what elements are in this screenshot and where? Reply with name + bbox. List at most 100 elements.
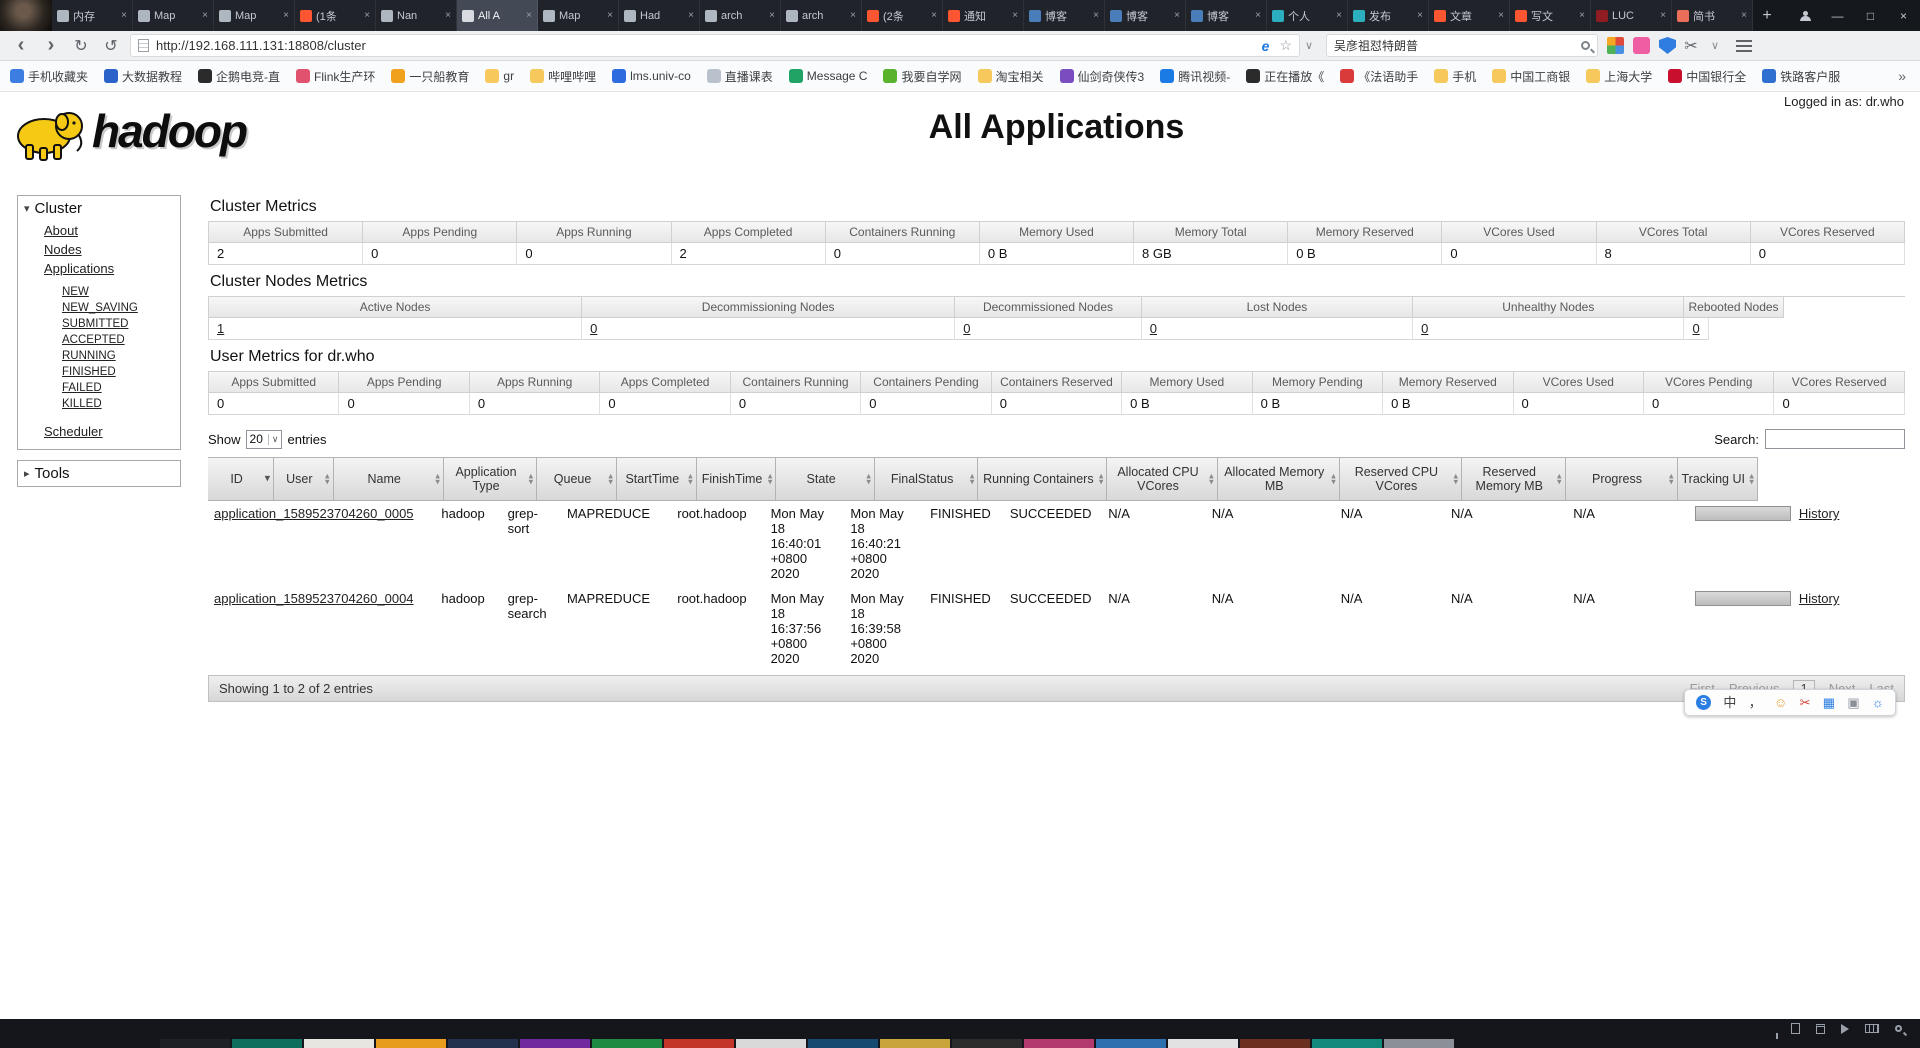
- screenshot-scissors-icon[interactable]: ✂: [1676, 36, 1706, 56]
- browser-tab[interactable]: (1条 ×: [295, 0, 376, 31]
- taskbar-thumbnail[interactable]: [1240, 1039, 1310, 1048]
- tab-close-icon[interactable]: ×: [1741, 10, 1747, 21]
- node-count-link[interactable]: 0: [590, 321, 597, 336]
- application-column-header[interactable]: StartTime ▴ ▾: [616, 457, 697, 501]
- taskbar-thumbnail[interactable]: [808, 1039, 878, 1048]
- browser-tab[interactable]: (2条 ×: [862, 0, 943, 31]
- application-column-header[interactable]: Allocated Memory MB ▴ ▾: [1217, 457, 1340, 501]
- table-search-input[interactable]: [1765, 429, 1905, 449]
- bookmark-item[interactable]: Flink生产环: [296, 68, 375, 85]
- bookmark-item[interactable]: 仙剑奇侠传3: [1059, 68, 1144, 85]
- bookmark-item[interactable]: 中国银行全: [1668, 68, 1746, 85]
- bookmark-item[interactable]: 上海大学: [1586, 68, 1652, 85]
- bookmark-item[interactable]: 《法语助手: [1340, 68, 1418, 85]
- node-count-link[interactable]: 0: [1150, 321, 1157, 336]
- extension-shield-icon[interactable]: [1659, 37, 1676, 54]
- new-tab-button[interactable]: +: [1753, 0, 1781, 31]
- forward-button[interactable]: ›: [36, 34, 66, 57]
- taskbar-thumbnail[interactable]: [376, 1039, 446, 1048]
- emoji-icon[interactable]: ☺: [1774, 696, 1787, 709]
- application-column-header[interactable]: Queue ▴ ▾: [537, 457, 617, 501]
- browser-tab[interactable]: LUC ×: [1591, 0, 1672, 31]
- ie-compat-icon[interactable]: e: [1262, 38, 1270, 54]
- bookmark-item[interactable]: 淘宝相关: [977, 68, 1044, 85]
- sidebar-state-link[interactable]: NEW: [62, 286, 89, 298]
- clipboard-icon[interactable]: [1791, 1023, 1800, 1034]
- taskbar-thumbnail[interactable]: [304, 1039, 374, 1048]
- application-id-link[interactable]: application_1589523704260_0005: [214, 506, 414, 521]
- search-query-text[interactable]: 吴彦祖怼特朗普: [1334, 37, 1581, 54]
- bookmark-item[interactable]: 铁路客户服: [1762, 68, 1840, 85]
- undo-button[interactable]: ↺: [96, 36, 126, 56]
- bookmark-item[interactable]: 企鹅电竞-直: [198, 68, 280, 85]
- application-column-header[interactable]: Name ▴ ▾: [333, 457, 444, 501]
- sidebar-link[interactable]: Applications: [44, 261, 114, 276]
- application-column-header[interactable]: User ▴ ▾: [274, 457, 334, 501]
- tab-close-icon[interactable]: ×: [1093, 10, 1099, 21]
- taskbar-thumbnail[interactable]: [232, 1039, 302, 1048]
- maximize-button[interactable]: □: [1854, 0, 1887, 31]
- browser-tab[interactable]: Had ×: [619, 0, 700, 31]
- tab-close-icon[interactable]: ×: [850, 10, 856, 21]
- tracking-history-link[interactable]: History: [1799, 506, 1839, 521]
- bookmark-star-icon[interactable]: ☆: [1279, 37, 1292, 54]
- browser-user-button[interactable]: [1788, 0, 1821, 31]
- browser-tab[interactable]: 写文 ×: [1510, 0, 1591, 31]
- bookmark-item[interactable]: 大数据教程: [104, 68, 182, 85]
- volume-icon[interactable]: [1841, 1023, 1849, 1034]
- taskbar-thumbnail[interactable]: [1312, 1039, 1382, 1048]
- tab-close-icon[interactable]: ×: [283, 10, 289, 21]
- tab-close-icon[interactable]: ×: [1417, 10, 1423, 21]
- node-count-link[interactable]: 0: [1692, 321, 1699, 336]
- browser-avatar[interactable]: [0, 0, 52, 31]
- application-column-header[interactable]: Running Containers ▴ ▾: [978, 457, 1108, 501]
- node-count-link[interactable]: 0: [1421, 321, 1428, 336]
- bookmark-item[interactable]: 哔哩哔哩: [530, 68, 596, 85]
- menu-icon[interactable]: [1736, 39, 1752, 52]
- minimize-button[interactable]: —: [1821, 0, 1854, 31]
- sidebar-state-link[interactable]: SUBMITTED: [62, 318, 128, 330]
- chinese-mode-icon[interactable]: 中: [1723, 696, 1736, 709]
- browser-tab[interactable]: 简书 ×: [1672, 0, 1753, 31]
- bookmark-item[interactable]: 中国工商银: [1492, 68, 1570, 85]
- bookmark-item[interactable]: Message C: [788, 69, 867, 83]
- application-column-header[interactable]: Tracking UI ▴ ▾: [1677, 457, 1758, 501]
- refresh-button[interactable]: ↻: [66, 36, 96, 56]
- browser-tab[interactable]: 博客 ×: [1024, 0, 1105, 31]
- sidebar-state-link[interactable]: KILLED: [62, 398, 102, 410]
- browser-tab[interactable]: Map ×: [214, 0, 295, 31]
- trash-icon[interactable]: [1816, 1023, 1825, 1034]
- browser-tab[interactable]: 内存 ×: [52, 0, 133, 31]
- keyboard-icon[interactable]: ▦: [1823, 696, 1835, 709]
- back-button[interactable]: ‹: [6, 34, 36, 57]
- address-bar[interactable]: http://192.168.111.131:18808/cluster e ☆: [130, 34, 1300, 57]
- tracking-history-link[interactable]: History: [1799, 591, 1839, 606]
- bookmark-item[interactable]: gr: [485, 69, 514, 83]
- sidebar-link[interactable]: Nodes: [44, 242, 82, 257]
- taskbar-thumbnail[interactable]: [592, 1039, 662, 1048]
- tab-close-icon[interactable]: ×: [526, 10, 532, 21]
- browser-tab[interactable]: 个人 ×: [1267, 0, 1348, 31]
- browser-tab[interactable]: Map ×: [133, 0, 214, 31]
- user-icon[interactable]: ▣: [1847, 696, 1859, 709]
- tab-close-icon[interactable]: ×: [364, 10, 370, 21]
- scissors-dropdown-icon[interactable]: ∨: [1706, 39, 1724, 52]
- settings-gear-icon[interactable]: ☼: [1872, 696, 1884, 709]
- application-column-header[interactable]: Allocated CPU VCores ▴ ▾: [1107, 457, 1218, 501]
- application-column-header[interactable]: ID ▴ ▾: [208, 457, 275, 501]
- browser-tab[interactable]: Nan ×: [376, 0, 457, 31]
- browser-tab[interactable]: 博客 ×: [1186, 0, 1267, 31]
- browser-tab[interactable]: Map ×: [538, 0, 619, 31]
- application-column-header[interactable]: Reserved CPU VCores ▴ ▾: [1339, 457, 1462, 501]
- browser-tab[interactable]: arch ×: [781, 0, 862, 31]
- taskbar-thumbnail[interactable]: [448, 1039, 518, 1048]
- application-column-header[interactable]: Reserved Memory MB ▴ ▾: [1461, 457, 1566, 501]
- application-column-header[interactable]: State ▴ ▾: [776, 457, 875, 501]
- tab-close-icon[interactable]: ×: [1498, 10, 1504, 21]
- taskbar-thumbnail[interactable]: [880, 1039, 950, 1048]
- sidebar-state-link[interactable]: FAILED: [62, 382, 102, 394]
- bookmark-item[interactable]: 手机收藏夹: [10, 68, 88, 85]
- tab-close-icon[interactable]: ×: [1012, 10, 1018, 21]
- keyboard-icon[interactable]: [1865, 1024, 1879, 1033]
- node-count-link[interactable]: 0: [963, 321, 970, 336]
